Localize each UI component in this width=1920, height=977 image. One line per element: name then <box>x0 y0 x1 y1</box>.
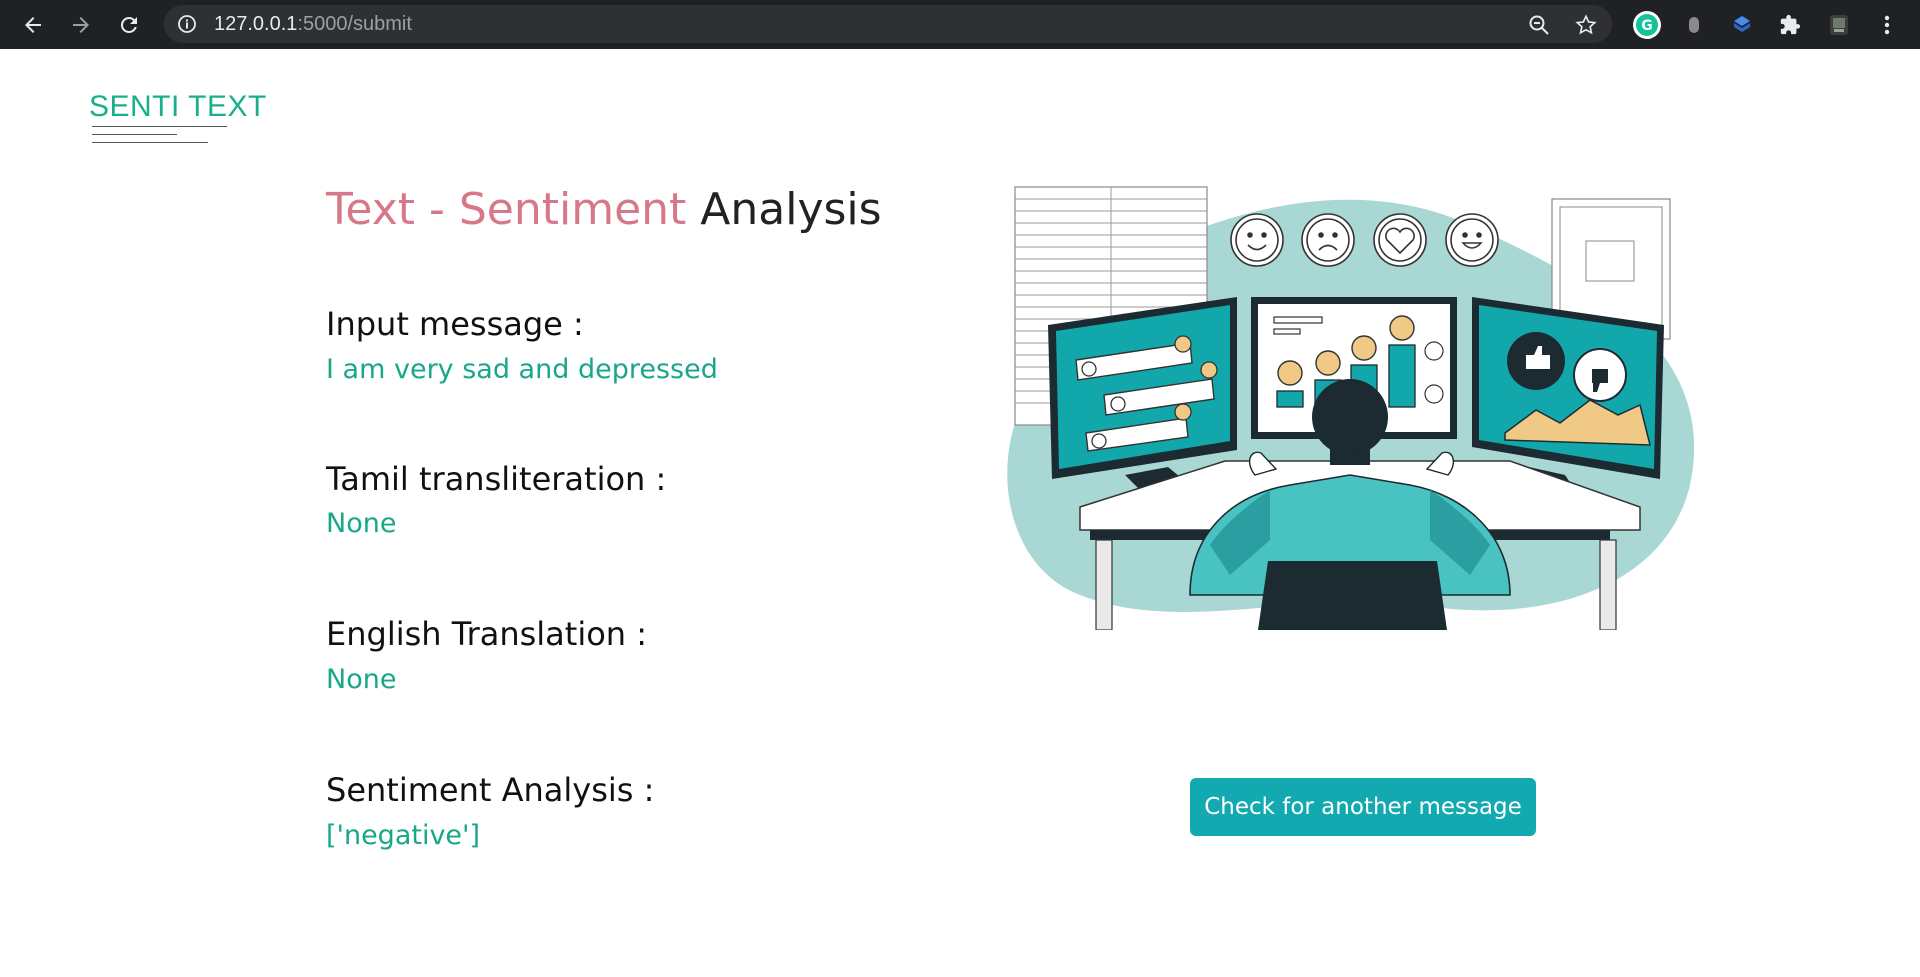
browser-toolbar: 127.0.0.1:5000/submit G <box>0 0 1920 49</box>
title-rest: Analysis <box>686 184 882 235</box>
back-button[interactable] <box>16 8 50 42</box>
input-message-value: I am very sad and depressed <box>326 354 718 385</box>
reload-icon <box>120 16 137 33</box>
extension-blue-icon[interactable] <box>1725 8 1759 42</box>
sentiment-analysis-value: ['negative'] <box>326 820 480 851</box>
url-text[interactable]: 127.0.0.1:5000/submit <box>214 5 412 43</box>
profile-avatar[interactable] <box>1822 8 1856 42</box>
input-message-label: Input message : <box>326 305 584 343</box>
zoom-icon[interactable] <box>1528 14 1550 41</box>
bookmark-star-icon[interactable] <box>1575 14 1597 41</box>
site-info-icon[interactable] <box>177 14 197 39</box>
logo-underline <box>92 134 177 135</box>
sentiment-analysis-illustration <box>1007 186 1695 630</box>
english-translation-label: English Translation : <box>326 615 648 653</box>
tamil-transliteration-label: Tamil transliteration : <box>326 460 667 498</box>
check-another-message-button[interactable]: Check for another message <box>1190 778 1536 836</box>
forward-button[interactable] <box>64 8 98 42</box>
english-translation-value: None <box>326 664 397 695</box>
address-bar[interactable]: 127.0.0.1:5000/submit <box>164 5 1612 43</box>
url-host: 127.0.0.1 <box>214 13 298 35</box>
title-highlight: Text - Sentiment <box>326 184 687 235</box>
site-logo[interactable]: SENTI TEXT <box>89 90 267 124</box>
logo-underline <box>92 142 208 143</box>
back-arrow-icon <box>25 17 41 33</box>
sentiment-analysis-label: Sentiment Analysis : <box>326 771 655 809</box>
page-title: Text - Sentiment Analysis <box>326 184 882 235</box>
logo-underline <box>92 126 227 127</box>
tamil-transliteration-value: None <box>326 508 397 539</box>
forward-arrow-icon <box>73 17 89 33</box>
svg-text:G: G <box>1641 18 1653 34</box>
reload-button[interactable] <box>112 8 146 42</box>
extensions-puzzle-icon[interactable] <box>1773 8 1807 42</box>
browser-menu-icon[interactable] <box>1870 8 1904 42</box>
grammarly-extension-icon[interactable]: G <box>1630 8 1664 42</box>
url-path: :5000/submit <box>297 13 412 35</box>
extension-gray-icon[interactable] <box>1677 8 1711 42</box>
